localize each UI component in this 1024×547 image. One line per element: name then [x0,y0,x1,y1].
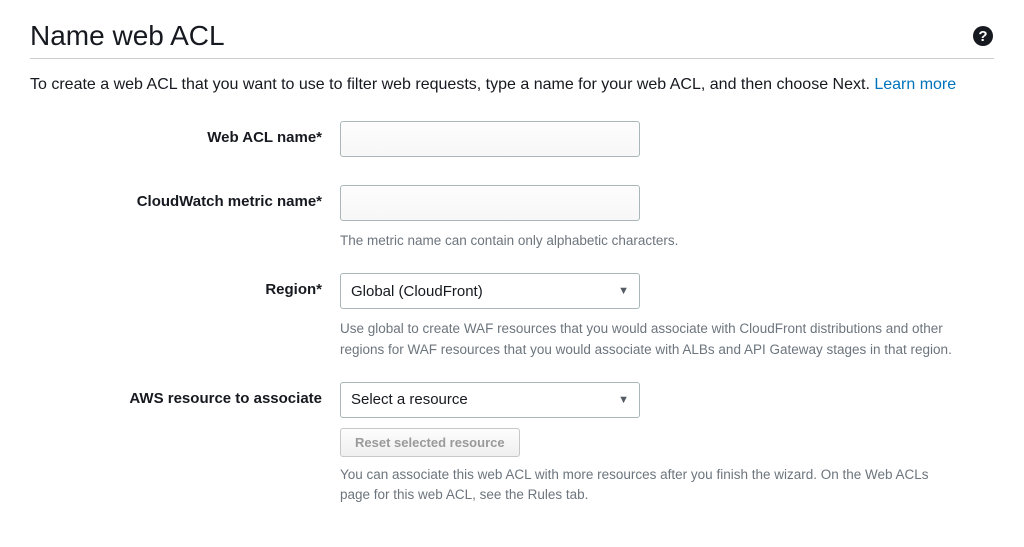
intro-text-body: To create a web ACL that you want to use… [30,76,874,93]
metric-name-help: The metric name can contain only alphabe… [340,231,960,251]
resource-selected-value: Select a resource [351,391,468,408]
metric-name-input[interactable] [340,185,640,221]
reset-selected-resource-button: Reset selected resource [340,428,520,457]
learn-more-link[interactable]: Learn more [874,76,956,93]
page-header: Name web ACL ? [30,20,994,59]
row-web-acl-name: Web ACL name* [30,121,994,157]
page-title: Name web ACL [30,20,225,52]
caret-down-icon: ▼ [618,394,629,406]
row-metric-name: CloudWatch metric name* [30,185,994,221]
web-acl-name-input[interactable] [340,121,640,157]
label-region: Region* [30,273,340,298]
resource-select[interactable]: Select a resource ▼ [340,382,640,418]
help-icon[interactable]: ? [972,25,994,47]
label-metric-name: CloudWatch metric name* [30,185,340,210]
label-web-acl-name: Web ACL name* [30,121,340,146]
caret-down-icon: ▼ [618,285,629,297]
svg-text:?: ? [978,28,987,45]
intro-text: To create a web ACL that you want to use… [30,73,994,97]
label-resource: AWS resource to associate [30,382,340,407]
region-select[interactable]: Global (CloudFront) ▼ [340,273,640,309]
region-selected-value: Global (CloudFront) [351,283,483,300]
row-resource: AWS resource to associate Select a resou… [30,382,994,457]
region-help: Use global to create WAF resources that … [340,319,960,360]
resource-help: You can associate this web ACL with more… [340,465,960,506]
row-region: Region* Global (CloudFront) ▼ [30,273,994,309]
